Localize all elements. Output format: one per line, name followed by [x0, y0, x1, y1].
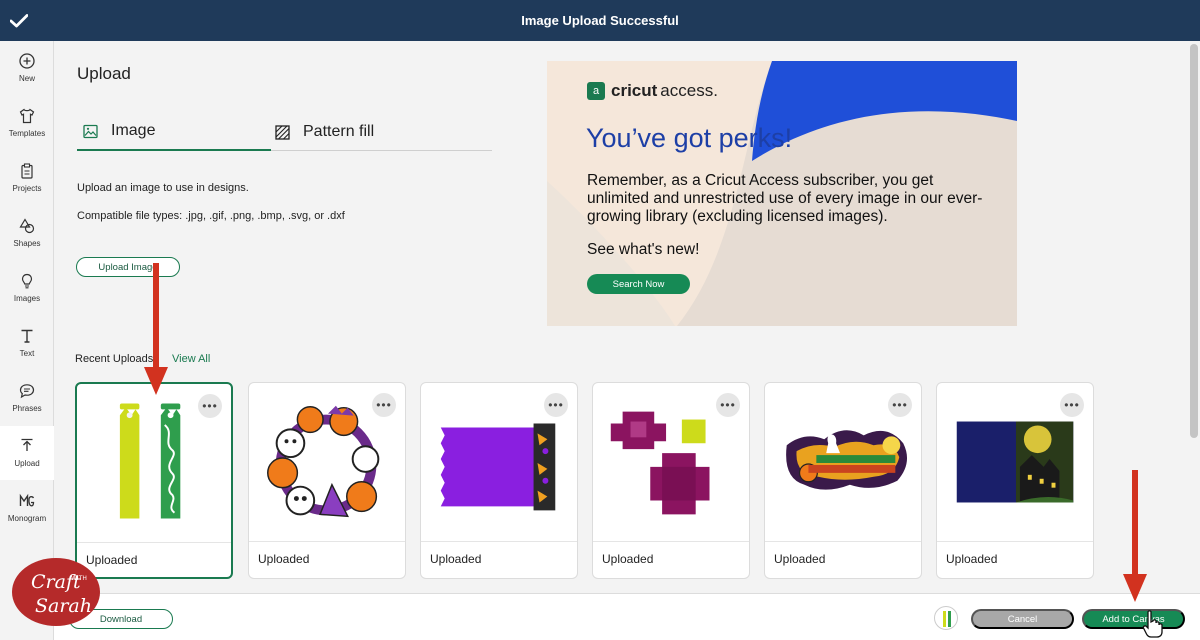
clipboard-icon [21, 163, 33, 179]
view-all-link[interactable]: View All [172, 353, 210, 365]
page-title: Upload [77, 64, 131, 83]
upload-card[interactable]: ••• Uploaded [248, 382, 406, 579]
file-types-text: Compatible file types: .jpg, .gif, .png,… [77, 210, 345, 222]
scrollbar-thumb[interactable] [1190, 44, 1198, 438]
sidebar-item-label: Phrases [12, 404, 42, 413]
upload-card[interactable]: ••• Uploaded [592, 382, 750, 579]
shirt-icon [19, 108, 35, 124]
more-options-button[interactable]: ••• [1060, 393, 1084, 417]
upload-card[interactable]: ••• Uploaded [936, 382, 1094, 579]
card-caption: Uploaded [946, 552, 998, 566]
cricut-access-logo: a cricut access. [587, 81, 718, 101]
monogram-icon [19, 493, 35, 507]
sidebar-item-text[interactable]: Text [0, 316, 54, 370]
sidebar-item-new[interactable]: New [0, 41, 54, 95]
sidebar-item-phrases[interactable]: Phrases [0, 371, 54, 425]
card-caption: Uploaded [602, 552, 654, 566]
card-divider [421, 541, 577, 542]
upload-icon [21, 438, 33, 451]
red-arrow-annotation [144, 263, 168, 395]
pattern-icon [275, 124, 290, 140]
card-caption: Uploaded [258, 552, 310, 566]
sidebar-item-label: Templates [8, 129, 46, 138]
shapes-icon [19, 218, 35, 234]
sidebar-item-templates[interactable]: Templates [0, 96, 54, 150]
promo-body: Remember, as a Cricut Access subscriber,… [587, 172, 983, 225]
card-caption: Uploaded [430, 552, 482, 566]
plus-circle-icon [19, 53, 35, 69]
card-divider [765, 541, 921, 542]
sidebar-item-upload[interactable]: Upload [0, 426, 54, 480]
sidebar-item-label: Monogram [7, 514, 47, 523]
watermark-text: WITH [71, 575, 87, 582]
sidebar-item-label: Images [13, 294, 41, 303]
upload-card[interactable]: ••• Uploaded [75, 382, 233, 579]
add-to-canvas-button[interactable]: Add to Canvas [1082, 609, 1185, 629]
card-caption: Uploaded [774, 552, 826, 566]
tab-image[interactable]: Image [77, 113, 271, 151]
cricut-logo-mark: a [587, 82, 605, 100]
more-options-button[interactable]: ••• [888, 393, 912, 417]
more-options-button[interactable]: ••• [544, 393, 568, 417]
cancel-button[interactable]: Cancel [971, 609, 1074, 629]
promo-cta-text: See what's new! [587, 241, 700, 258]
more-options-button[interactable]: ••• [372, 393, 396, 417]
sidebar-item-label: Text [19, 349, 35, 358]
upload-card[interactable]: ••• Uploaded [420, 382, 578, 579]
card-divider [77, 542, 231, 543]
sidebar-item-label: Projects [12, 184, 42, 193]
sidebar-item-monogram[interactable]: Monogram [0, 481, 54, 535]
more-options-button[interactable]: ••• [198, 394, 222, 418]
sidebar-item-label: Upload [14, 459, 40, 468]
search-now-button[interactable]: Search Now [587, 274, 690, 294]
bottom-action-bar: Download Cancel Add to Canvas [54, 593, 1200, 640]
sidebar-item-shapes[interactable]: Shapes [0, 206, 54, 260]
left-sidebar: New Templates Projects Shapes Images Tex… [0, 41, 54, 640]
upload-card[interactable]: ••• Uploaded [764, 382, 922, 579]
card-divider [937, 541, 1093, 542]
top-bar: Image Upload Successful [0, 0, 1200, 41]
red-arrow-annotation [1123, 470, 1147, 602]
dialog-title: Image Upload Successful [521, 13, 679, 28]
sidebar-item-label: Shapes [13, 239, 41, 248]
sidebar-item-images[interactable]: Images [0, 261, 54, 315]
brand-suffix: access. [660, 81, 718, 100]
recent-uploads-label: Recent Uploads [75, 353, 154, 365]
image-icon [83, 124, 98, 138]
scrollbar[interactable] [1188, 41, 1200, 593]
speech-bubble-icon [19, 384, 35, 399]
brand-name: cricut [611, 81, 658, 100]
watermark-text: Sarah [35, 595, 92, 617]
text-icon [21, 329, 33, 343]
cricut-access-banner: a cricut access. You’ve got perks! Remem… [547, 61, 1017, 326]
more-options-button[interactable]: ••• [716, 393, 740, 417]
tab-pattern-fill[interactable]: Pattern fill [275, 113, 475, 151]
upload-description: Upload an image to use in designs. [77, 182, 249, 194]
hand-cursor-icon [1142, 610, 1163, 638]
upload-tabs: Image Pattern fill [77, 113, 492, 151]
tab-label: Pattern fill [303, 123, 375, 140]
card-divider [593, 541, 749, 542]
promo-headline: You’ve got perks! [586, 123, 793, 153]
card-divider [249, 541, 405, 542]
bulb-icon [21, 273, 33, 289]
selected-image-thumbnail [934, 606, 958, 630]
sidebar-item-projects[interactable]: Projects [0, 151, 54, 205]
sidebar-item-label: New [18, 74, 35, 83]
craft-with-sarah-logo: Craft WITH Sarah [11, 556, 101, 628]
upload-panel: Upload Image Pattern fill Upload an imag… [54, 41, 1188, 593]
tab-label: Image [111, 122, 156, 139]
